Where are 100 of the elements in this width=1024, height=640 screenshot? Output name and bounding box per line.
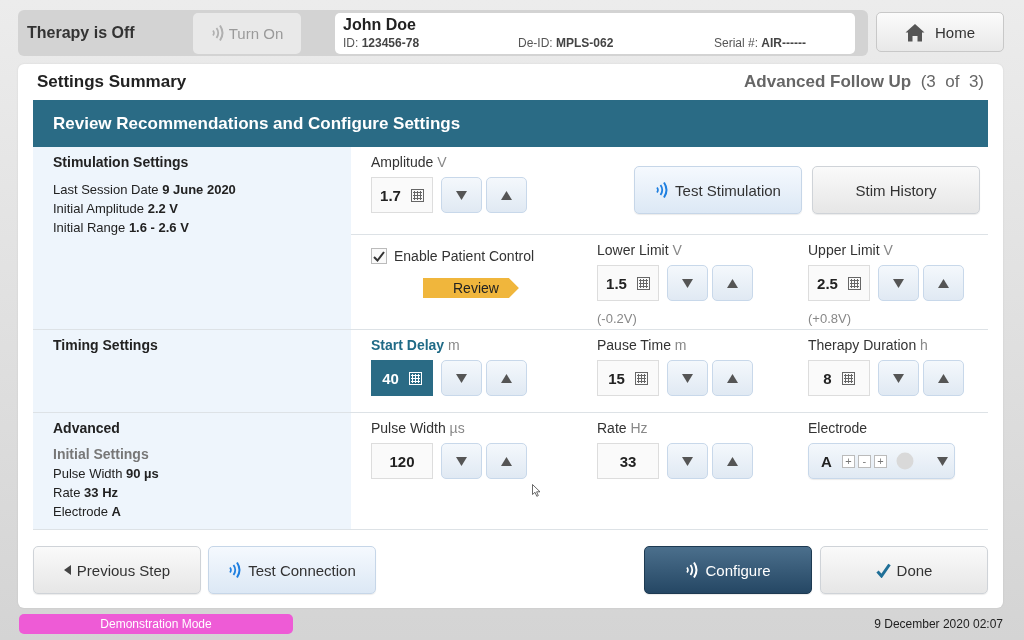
action-button[interactable]: Done bbox=[820, 546, 988, 594]
change-text: (-0.2V) bbox=[597, 311, 638, 326]
action-button[interactable]: Stim History bbox=[812, 166, 980, 214]
increase-button[interactable] bbox=[712, 360, 753, 396]
decrease-button[interactable] bbox=[878, 360, 919, 396]
checkbox[interactable]: Enable Patient Control bbox=[371, 248, 535, 264]
unit-label: Hz bbox=[630, 420, 648, 436]
unit-label: µs bbox=[449, 420, 465, 436]
number-field[interactable]: 120 bbox=[371, 443, 433, 479]
left-triangle-icon bbox=[63, 565, 71, 575]
mode-badge: Demonstration Mode bbox=[19, 614, 293, 634]
action-button[interactable]: Test Stimulation bbox=[634, 166, 802, 214]
info-line: Pulse Width 90 µs bbox=[53, 465, 160, 483]
info-line: Initial Range 1.6 - 2.6 V bbox=[53, 219, 190, 237]
cursor-icon bbox=[532, 484, 541, 497]
up-triangle-icon bbox=[727, 456, 738, 466]
step-indicator: Advanced Follow Up (3 of 3) bbox=[744, 72, 984, 92]
patient-field: ID: 123456-78 bbox=[343, 35, 518, 50]
info-line: Last Session Date 9 June 2020 bbox=[53, 181, 237, 199]
info-line: Initial Amplitude 2.2 V bbox=[53, 200, 180, 218]
number-field[interactable]: 2.5 bbox=[808, 265, 870, 301]
increase-button[interactable] bbox=[712, 443, 753, 479]
check-icon bbox=[875, 562, 891, 578]
action-button[interactable]: Configure bbox=[644, 546, 812, 594]
date-time-text: 9 December 2020 02:07 bbox=[874, 617, 1003, 631]
up-triangle-icon bbox=[727, 373, 738, 383]
patient-field: De-ID: MPLS-062 bbox=[518, 35, 714, 50]
down-triangle-icon bbox=[893, 278, 904, 288]
increase-button[interactable] bbox=[923, 360, 964, 396]
increase-button[interactable] bbox=[923, 265, 964, 301]
unit-label: V bbox=[672, 242, 682, 258]
field-label: Upper Limit bbox=[808, 242, 880, 258]
page-title: Settings Summary bbox=[37, 72, 187, 92]
field-label: Pulse Width bbox=[371, 420, 446, 436]
section-banner: Review Recommendations and Configure Settings bbox=[33, 100, 988, 147]
unit-label: m bbox=[448, 337, 460, 353]
contact-symbol: + bbox=[873, 454, 887, 468]
down-triangle-icon bbox=[893, 373, 904, 383]
section-heading: Timing Settings bbox=[53, 337, 159, 353]
down-triangle-icon bbox=[682, 373, 693, 383]
field-label: Therapy Duration bbox=[808, 337, 917, 353]
contact-symbol: - bbox=[857, 454, 871, 468]
field-label: Lower Limit bbox=[597, 242, 669, 258]
up-triangle-icon bbox=[938, 373, 949, 383]
number-field[interactable]: 40 bbox=[371, 360, 433, 396]
down-triangle-icon bbox=[682, 456, 693, 466]
signal-waves-icon bbox=[685, 561, 700, 579]
subheading: Initial Settings bbox=[53, 446, 150, 462]
decrease-button[interactable] bbox=[667, 360, 708, 396]
increase-button[interactable] bbox=[486, 177, 527, 213]
number-field[interactable]: 33 bbox=[597, 443, 659, 479]
number-field[interactable]: 8 bbox=[808, 360, 870, 396]
increase-button[interactable] bbox=[712, 265, 753, 301]
info-line: Electrode A bbox=[53, 503, 122, 521]
section-heading: Stimulation Settings bbox=[53, 154, 190, 170]
unit-label: V bbox=[883, 242, 893, 258]
home-icon bbox=[905, 22, 925, 42]
down-triangle-icon bbox=[456, 456, 467, 466]
up-triangle-icon bbox=[501, 456, 512, 466]
field-label: Electrode bbox=[808, 420, 869, 438]
decrease-button[interactable] bbox=[667, 443, 708, 479]
decrease-button[interactable] bbox=[441, 443, 482, 479]
decrease-button[interactable] bbox=[441, 177, 482, 213]
number-field[interactable]: 1.5 bbox=[597, 265, 659, 301]
home-button[interactable]: Home bbox=[876, 12, 1004, 52]
signal-waves-icon bbox=[655, 181, 670, 199]
dropdown-caret-icon bbox=[937, 456, 948, 466]
action-button[interactable]: Previous Step bbox=[33, 546, 201, 594]
decrease-button[interactable] bbox=[667, 265, 708, 301]
down-triangle-icon bbox=[682, 278, 693, 288]
field-label: Rate bbox=[597, 420, 627, 436]
up-triangle-icon bbox=[501, 373, 512, 383]
contact-symbol: + bbox=[841, 454, 855, 468]
up-triangle-icon bbox=[501, 190, 512, 200]
field-label: Start Delay bbox=[371, 337, 445, 353]
signal-waves-icon bbox=[228, 561, 243, 579]
field-label: Amplitude bbox=[371, 154, 434, 170]
section-heading: Advanced bbox=[53, 420, 121, 436]
number-field[interactable]: 1.7 bbox=[371, 177, 433, 213]
down-triangle-icon bbox=[456, 373, 467, 383]
electrode-dropdown[interactable]: A + - + bbox=[808, 443, 955, 479]
signal-waves-icon bbox=[210, 24, 225, 42]
change-text: (+0.8V) bbox=[808, 311, 852, 326]
unit-label: m bbox=[674, 337, 687, 353]
decrease-button[interactable] bbox=[441, 360, 482, 396]
patient-field: Serial #: AIR------ bbox=[714, 35, 847, 50]
unit-label: V bbox=[437, 154, 447, 170]
info-line: Rate 33 Hz bbox=[53, 484, 120, 502]
number-field[interactable]: 15 bbox=[597, 360, 659, 396]
unit-label: h bbox=[920, 337, 928, 353]
up-triangle-icon bbox=[938, 278, 949, 288]
therapy-status-text: Therapy is Off bbox=[27, 24, 136, 42]
check-icon bbox=[373, 250, 385, 262]
action-button[interactable]: Test Connection bbox=[208, 546, 376, 594]
increase-button[interactable] bbox=[486, 443, 527, 479]
patient-name: John Doe bbox=[343, 15, 417, 34]
increase-button[interactable] bbox=[486, 360, 527, 396]
review-tag: Review bbox=[423, 278, 519, 298]
decrease-button[interactable] bbox=[878, 265, 919, 301]
down-triangle-icon bbox=[456, 190, 467, 200]
